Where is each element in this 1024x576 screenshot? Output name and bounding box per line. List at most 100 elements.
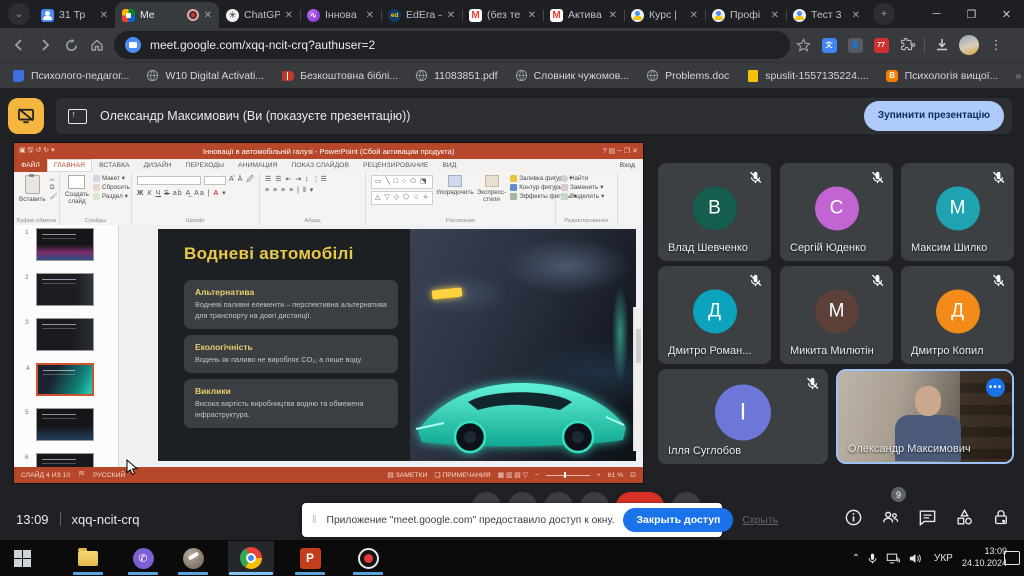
tab-chatgpt[interactable]: ✳ ChatGP ✕ xyxy=(219,2,300,28)
adblock-extension-icon[interactable]: 77 xyxy=(871,35,891,55)
select-button[interactable]: Выделить ▾ xyxy=(561,193,604,200)
bookmark-item[interactable]: Психолого-педагог... xyxy=(12,69,129,82)
stop-access-button[interactable]: Закрыть доступ xyxy=(623,508,733,532)
slide-thumbnail-5[interactable]: 5 xyxy=(36,408,94,441)
presentation-warning-button[interactable] xyxy=(8,98,44,134)
powerpoint-window-controls[interactable]: ? ▤ ─ ❐ ✕ xyxy=(603,147,638,155)
tab-close-icon[interactable]: ✕ xyxy=(204,10,212,21)
layout-button[interactable]: Макет ▾ xyxy=(93,175,130,182)
tab-gmail-1[interactable]: M (без те ✕ xyxy=(462,2,543,28)
font-style-buttons[interactable]: Ж К Ч S ab А̲ Aa | А ▾ xyxy=(137,189,227,197)
tab-gmail-2[interactable]: M Актива ✕ xyxy=(543,2,624,28)
activities-panel-button[interactable] xyxy=(952,505,976,529)
section-button[interactable]: Раздел ▾ xyxy=(93,193,130,200)
ribbon-tab-review[interactable]: РЕЦЕНЗИРОВАНИЕ xyxy=(356,159,435,172)
tab-close-icon[interactable]: ✕ xyxy=(366,10,374,21)
slide-thumbnail-6[interactable]: 6 xyxy=(36,453,94,467)
tab-close-icon[interactable]: ✕ xyxy=(852,10,860,21)
bookmark-item[interactable]: W10 Digital Activati... xyxy=(146,69,264,82)
tab-close-icon[interactable]: ✕ xyxy=(528,10,536,21)
address-bar[interactable]: meet.google.com/xqq-ncit-crq?authuser=2 xyxy=(114,31,790,59)
tab-test[interactable]: Тест 3 ✕ xyxy=(786,2,867,28)
current-slide-canvas[interactable]: Водневі автомобілі Альтернатива Водневі … xyxy=(158,229,636,461)
participant-tile[interactable]: Д Дмитро Роман... xyxy=(658,266,771,364)
chrome-taskbar-icon[interactable] xyxy=(239,546,263,570)
chat-panel-button[interactable] xyxy=(915,505,939,529)
reload-button[interactable] xyxy=(58,32,84,58)
ribbon-tab-design[interactable]: ДИЗАЙН xyxy=(137,159,179,172)
bookmark-item[interactable]: BПсихологія вищої... xyxy=(886,69,999,82)
participant-tile[interactable]: С Сергій Юденко xyxy=(780,163,893,261)
extensions-puzzle-icon[interactable] xyxy=(897,35,917,55)
close-button[interactable]: ✕ xyxy=(989,0,1024,28)
home-button[interactable] xyxy=(84,32,110,58)
tab-meet-active[interactable]: Me ✕ xyxy=(115,2,219,28)
slide-thumbnail-3[interactable]: 3 xyxy=(36,318,94,351)
downloads-icon[interactable] xyxy=(932,35,952,55)
tab-contacts[interactable]: 31 Тр ✕ xyxy=(34,2,115,28)
shapes-gallery-row2[interactable]: △ ▽ ◇ ⬠ ☆ ⟡ xyxy=(371,191,433,205)
bookmark-star-icon[interactable] xyxy=(790,32,816,58)
list-buttons[interactable]: ☰ ☰ ⇤ ⇥ ↕ ⋮☰ xyxy=(265,175,328,183)
participant-tile[interactable]: І Ілля Суглобов xyxy=(658,369,828,464)
accessibility-icon[interactable]: ⛿ xyxy=(79,471,84,479)
align-buttons[interactable]: ≡ ≡ ≡ ≡ | ⫴ ▾ xyxy=(265,186,314,195)
tab-close-icon[interactable]: ✕ xyxy=(690,10,698,21)
forward-button[interactable] xyxy=(32,32,58,58)
ribbon-tab-slideshow[interactable]: ПОКАЗ СЛАЙДОВ xyxy=(284,159,356,172)
tab-close-icon[interactable]: ✕ xyxy=(609,10,617,21)
action-center-icon[interactable] xyxy=(1004,540,1020,576)
ribbon-tab-home[interactable]: ГЛАВНАЯ xyxy=(47,159,92,172)
shapes-gallery[interactable]: ▭ ╲ □ ○ ⬭ ⬔ xyxy=(371,175,433,189)
drag-handle-icon[interactable]: ‖ xyxy=(312,514,318,526)
powerpoint-taskbar-icon[interactable]: P xyxy=(298,546,322,570)
tray-clock[interactable]: 13:0924.10.2024 xyxy=(962,540,1007,576)
tab-close-icon[interactable]: ✕ xyxy=(771,10,779,21)
host-controls-button[interactable] xyxy=(989,505,1013,529)
sign-in-link[interactable]: Вход xyxy=(620,159,643,172)
zoom-level[interactable]: 61 % xyxy=(608,472,624,479)
ribbon-tab-animations[interactable]: АНИМАЦИЯ xyxy=(231,159,284,172)
profile-avatar[interactable] xyxy=(959,35,979,55)
grow-shrink-font-buttons[interactable]: А̂ А̌ 🖉 xyxy=(229,175,255,186)
ribbon-tab-file[interactable]: ФАЙЛ xyxy=(14,159,47,172)
tray-microphone-icon[interactable] xyxy=(866,540,879,576)
participant-tile[interactable]: Д Дмитро Копил xyxy=(901,266,1014,364)
find-button[interactable]: Найти xyxy=(561,175,604,182)
new-tab-button[interactable]: + xyxy=(873,3,895,25)
language-indicator[interactable]: РУССКИЙ xyxy=(93,472,125,479)
tab-edera[interactable]: ed EdEra – ✕ xyxy=(381,2,462,28)
font-name-select[interactable] xyxy=(137,176,201,185)
bookmark-item[interactable]: Problems.doc xyxy=(646,69,729,82)
cut-copy-group[interactable]: ✂⧉🖌 xyxy=(50,175,58,200)
tab-innova[interactable]: ∿ Іннова ✕ xyxy=(300,2,381,28)
reset-button[interactable]: Сбросить xyxy=(93,184,130,191)
tray-language-indicator[interactable]: УКР xyxy=(934,540,953,576)
tab-search-button[interactable]: ⌄ xyxy=(8,3,30,25)
stop-presenting-button[interactable]: Зупинити презентацію xyxy=(864,101,1004,131)
ribbon-tab-view[interactable]: ВИД xyxy=(435,159,463,172)
participant-tile[interactable]: В Влад Шевченко xyxy=(658,163,771,261)
arrange-button[interactable]: Упорядочить xyxy=(437,175,473,196)
replace-button[interactable]: Заменить ▾ xyxy=(561,184,604,191)
file-explorer-taskbar-icon[interactable] xyxy=(76,546,100,570)
font-size-select[interactable] xyxy=(204,176,226,185)
translate-extension-icon[interactable]: 文 xyxy=(819,35,839,55)
start-button[interactable] xyxy=(10,546,34,570)
paste-button[interactable]: Вставить xyxy=(19,175,46,203)
powerpoint-scrollbar[interactable] xyxy=(633,307,643,451)
screen-recorder-taskbar-icon[interactable] xyxy=(356,546,380,570)
bookmark-item[interactable]: spuslit-1557135224.... xyxy=(746,69,868,82)
zoom-slider[interactable] xyxy=(546,475,590,476)
tray-volume-icon[interactable] xyxy=(908,540,923,576)
slide-thumbnail-2[interactable]: 2 xyxy=(36,273,94,306)
ribbon-tab-insert[interactable]: ВСТАВКА xyxy=(92,159,136,172)
chrome-menu-kebab-icon[interactable]: ⋮ xyxy=(986,35,1006,55)
notes-button[interactable]: ▤ ЗАМЕТКИ xyxy=(387,471,427,479)
bookmark-item[interactable]: Безкоштовна біблі... xyxy=(281,69,398,82)
viber-taskbar-icon[interactable]: ✆ xyxy=(131,546,155,570)
new-slide-button[interactable]: Создать слайд xyxy=(65,175,89,205)
extension-icon[interactable]: 👤 xyxy=(845,35,865,55)
zoom-out-button[interactable]: − xyxy=(535,472,539,479)
tray-show-hidden-icons[interactable]: ⌃ xyxy=(846,540,866,576)
